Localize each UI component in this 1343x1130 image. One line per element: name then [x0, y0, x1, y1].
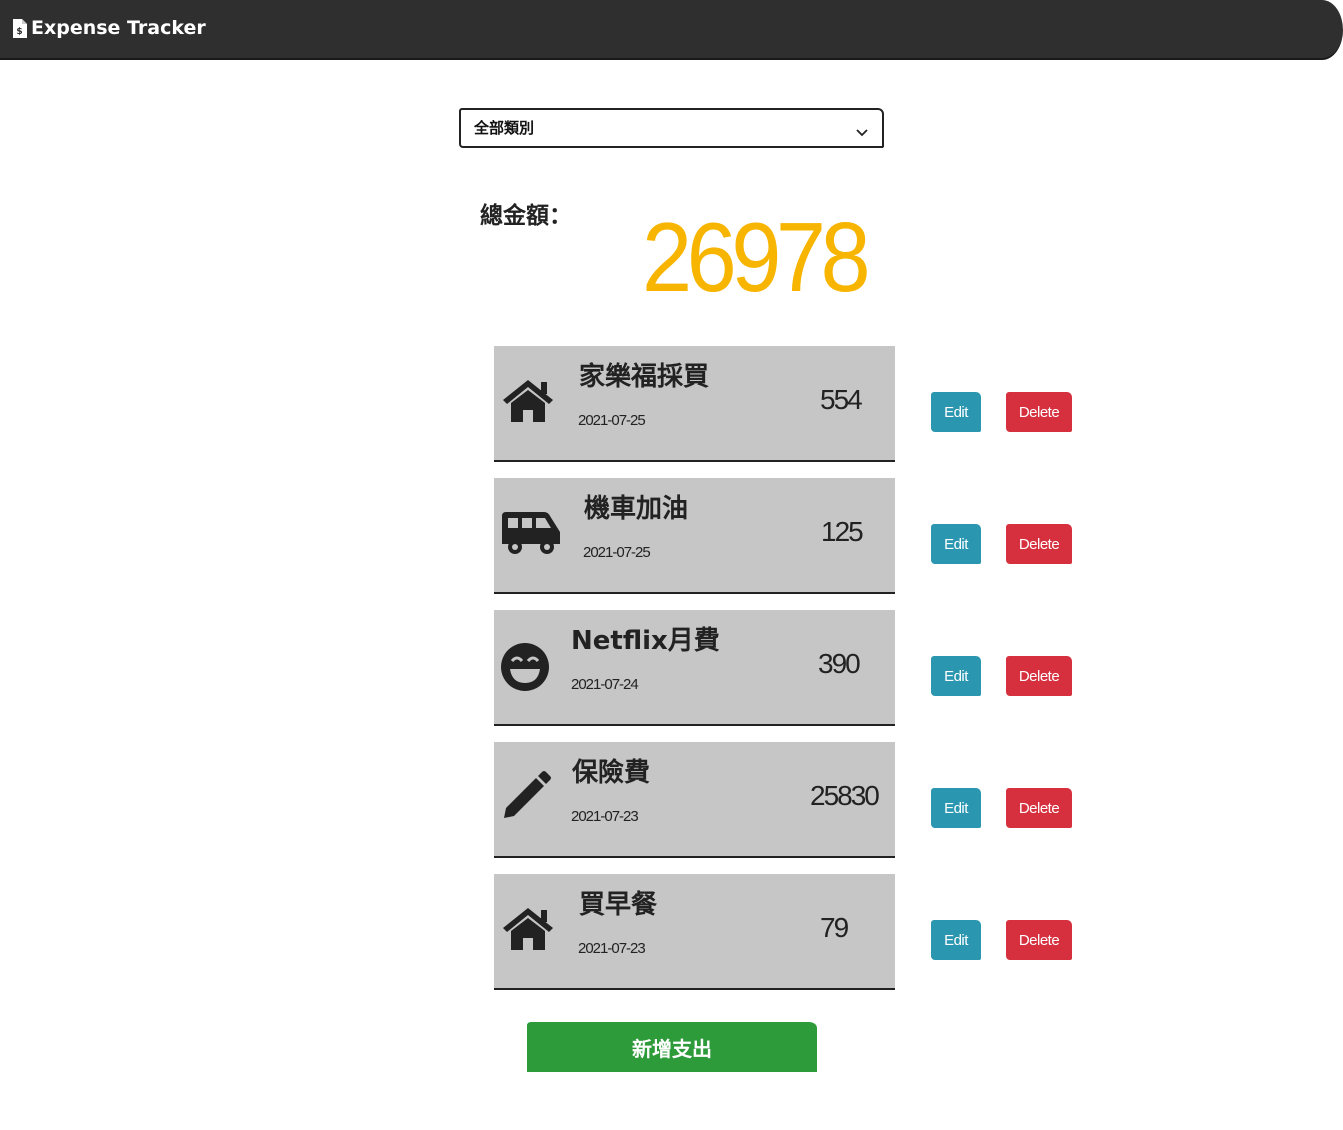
record-date: 2021-07-25 — [578, 412, 646, 429]
edit-button[interactable]: Edit — [931, 392, 981, 432]
category-select[interactable]: 全部類別 — [459, 108, 884, 148]
record-name: 機車加油 — [584, 494, 689, 524]
home-icon — [500, 904, 556, 960]
record-name: 保險費 — [572, 758, 651, 788]
brand-link[interactable]: $ Expense Tracker — [12, 17, 206, 39]
record-name: 買早餐 — [579, 890, 658, 920]
home-icon — [500, 376, 556, 432]
delete-button[interactable]: Delete — [1006, 656, 1072, 696]
chevron-down-icon — [856, 123, 868, 137]
record-amount: 554 — [820, 384, 863, 415]
record-name: Netflix月費 — [571, 626, 720, 656]
record-amount: 79 — [820, 912, 849, 943]
record-card: 機車加油 2021-07-25 125 — [494, 478, 895, 594]
edit-button[interactable]: Edit — [931, 920, 981, 960]
expense-record: 家樂福採買 2021-07-25 554 Edit Delete — [494, 346, 1072, 462]
expense-record: 保險費 2021-07-23 25830 Edit Delete — [494, 742, 1072, 858]
delete-button[interactable]: Delete — [1006, 920, 1072, 960]
expense-record: Netflix月費 2021-07-24 390 Edit Delete — [494, 610, 1072, 726]
record-card: 保險費 2021-07-23 25830 — [494, 742, 895, 858]
brand-title: Expense Tracker — [31, 17, 206, 39]
total-amount: 26978 — [642, 202, 871, 312]
navbar: $ Expense Tracker — [0, 0, 1343, 60]
record-date: 2021-07-23 — [571, 808, 639, 825]
record-date: 2021-07-23 — [578, 940, 646, 957]
edit-button[interactable]: Edit — [931, 656, 981, 696]
edit-button[interactable]: Edit — [931, 788, 981, 828]
pen-icon — [500, 770, 556, 826]
category-select-value: 全部類別 — [474, 119, 535, 137]
record-name: 家樂福採買 — [579, 362, 710, 392]
total-label: 總金額： — [480, 203, 572, 229]
record-card: Netflix月費 2021-07-24 390 — [494, 610, 895, 726]
expense-record: 機車加油 2021-07-25 125 Edit Delete — [494, 478, 1072, 594]
record-amount: 390 — [818, 648, 861, 679]
delete-button[interactable]: Delete — [1006, 788, 1072, 828]
delete-button[interactable]: Delete — [1006, 524, 1072, 564]
record-date: 2021-07-24 — [571, 676, 639, 693]
record-card: 買早餐 2021-07-23 79 — [494, 874, 895, 990]
grin-icon — [500, 642, 556, 698]
delete-button[interactable]: Delete — [1006, 392, 1072, 432]
add-expense-button[interactable]: 新增支出 — [527, 1022, 817, 1072]
edit-button[interactable]: Edit — [931, 524, 981, 564]
record-amount: 125 — [821, 516, 864, 547]
file-invoice-dollar-icon: $ — [12, 18, 27, 38]
expense-record: 買早餐 2021-07-23 79 Edit Delete — [494, 874, 1072, 990]
record-card: 家樂福採買 2021-07-25 554 — [494, 346, 895, 462]
record-date: 2021-07-25 — [583, 544, 651, 561]
record-amount: 25830 — [810, 780, 880, 811]
shuttle-van-icon — [500, 510, 560, 566]
svg-text:$: $ — [16, 27, 22, 37]
